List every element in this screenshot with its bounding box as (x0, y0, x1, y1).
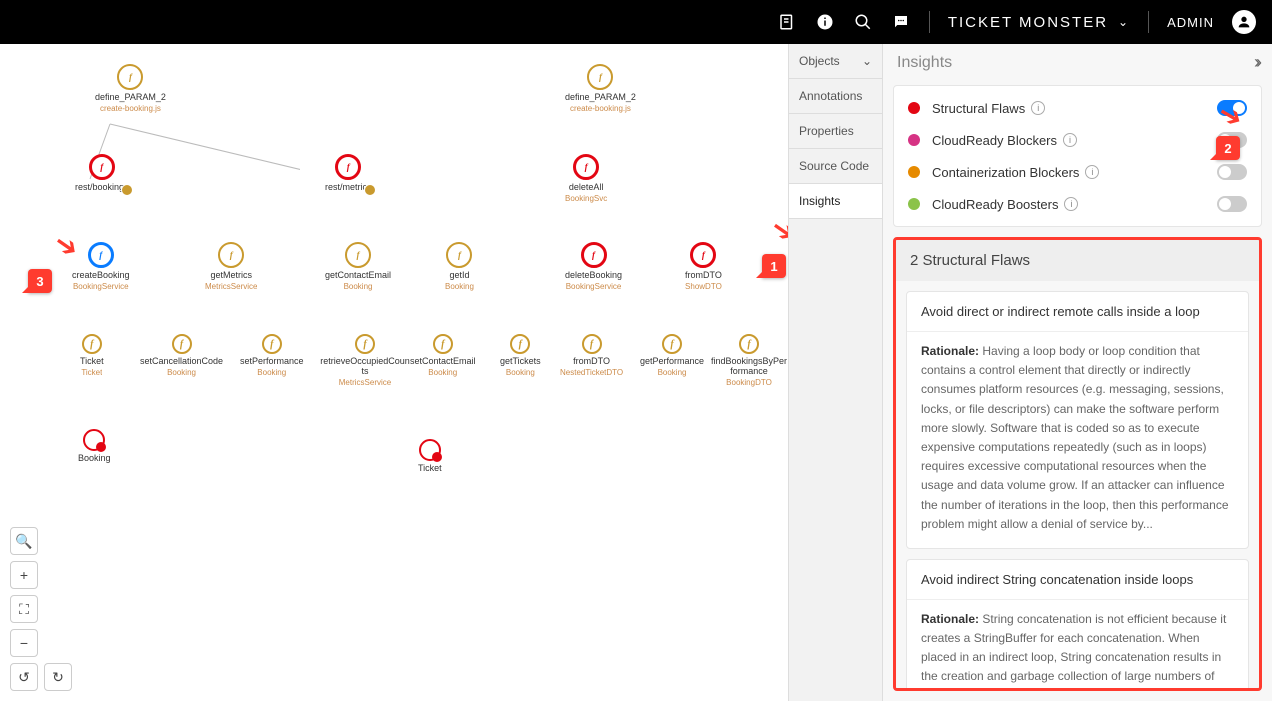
flaw-title: Avoid direct or indirect remote calls in… (907, 292, 1248, 332)
graph-canvas[interactable]: fdefine_PARAM_2create-booking.js fdefine… (0, 44, 788, 701)
tab-objects[interactable]: Objects ⌄ (789, 44, 882, 79)
undo-button[interactable]: ↺ (10, 663, 38, 691)
filter-structural-flaws[interactable]: Structural Flaws i (894, 92, 1261, 124)
graph-node[interactable]: fsetPerformanceBooking (240, 334, 304, 377)
graph-entity-node[interactable]: Ticket (418, 439, 442, 473)
chat-icon[interactable] (891, 12, 911, 32)
graph-node[interactable]: fretrieveOccupiedCountsMetricsService (320, 334, 410, 387)
collapse-panel-icon[interactable]: ›› (1254, 52, 1258, 73)
user-avatar[interactable] (1232, 10, 1256, 34)
graph-node[interactable]: fgetPerformanceBooking (640, 334, 704, 377)
graph-node[interactable]: fdeleteAllBookingSvc (565, 154, 607, 203)
search-icon[interactable] (853, 12, 873, 32)
graph-node[interactable]: fgetMetricsMetricsService (205, 242, 257, 291)
info-icon[interactable]: i (1031, 101, 1045, 115)
tab-source-code[interactable]: Source Code (789, 149, 882, 184)
filter-toggle[interactable] (1217, 196, 1247, 212)
separator (929, 11, 930, 33)
fullscreen-button[interactable]: ⛶ (10, 595, 38, 623)
graph-node[interactable]: frest/bookings (75, 154, 129, 192)
filter-toggle[interactable] (1217, 164, 1247, 180)
filter-containerization-blockers[interactable]: Containerization Blockers i (894, 156, 1261, 188)
chevron-down-icon: ⌄ (1118, 15, 1130, 29)
graph-node[interactable]: ffromDTOShowDTO (685, 242, 722, 291)
notebook-icon[interactable] (777, 12, 797, 32)
graph-node-selected[interactable]: fcreateBookingBookingService (72, 242, 130, 291)
graph-node[interactable]: fsetCancellationCodeBooking (140, 334, 223, 377)
filter-dot-icon (908, 166, 920, 178)
graph-node[interactable]: fdefine_PARAM_2create-booking.js (95, 64, 166, 113)
annotation-callout-2: 2 (1216, 136, 1240, 160)
graph-node[interactable]: fTicketTicket (80, 334, 104, 377)
flaw-rationale: Rationale: Having a loop body or loop co… (907, 332, 1248, 548)
graph-node[interactable]: ffromDTONestedTicketDTO (560, 334, 623, 377)
search-tool[interactable]: 🔍 (10, 527, 38, 555)
graph-node[interactable]: fgetTicketsBooking (500, 334, 541, 377)
filter-dot-icon (908, 134, 920, 146)
info-icon[interactable]: i (1064, 197, 1078, 211)
top-header: TICKET MONSTER ⌄ ADMIN (0, 0, 1272, 44)
annotation-arrow: ➔ (765, 210, 788, 250)
flaw-count-header: 2 Structural Flaws (896, 240, 1259, 281)
tab-insights[interactable]: Insights (789, 184, 882, 219)
graph-entity-node[interactable]: Booking (78, 429, 111, 463)
graph-node[interactable]: fdefine_PARAM_2create-booking.js (565, 64, 636, 113)
graph-node[interactable]: fsetContactEmailBooking (410, 334, 476, 377)
insights-panel: Insights ›› Structural Flaws i CloudRead… (882, 44, 1272, 701)
graph-node[interactable]: frest/metrics (325, 154, 372, 192)
flaw-list: 2 Structural Flaws Avoid direct or indir… (893, 237, 1262, 691)
filter-dot-icon (908, 198, 920, 210)
info-icon[interactable] (815, 12, 835, 32)
flaw-rationale: Rationale: String concatenation is not e… (907, 600, 1248, 691)
graph-node[interactable]: fgetContactEmailBooking (325, 242, 391, 291)
flaw-item[interactable]: Avoid direct or indirect remote calls in… (906, 291, 1249, 549)
annotation-callout-1: 1 (762, 254, 786, 278)
zoom-in-button[interactable]: + (10, 561, 38, 589)
chevron-down-icon: ⌄ (862, 54, 872, 68)
filter-cloudready-blockers[interactable]: CloudReady Blockers i (894, 124, 1261, 156)
graph-node[interactable]: ffindBookingsByPerformanceBookingDTO (710, 334, 788, 387)
graph-node[interactable]: fgetIdBooking (445, 242, 474, 291)
user-role-label: ADMIN (1167, 15, 1214, 30)
zoom-out-button[interactable]: − (10, 629, 38, 657)
insight-filters: Structural Flaws i CloudReady Blockers i… (893, 85, 1262, 227)
tab-properties[interactable]: Properties (789, 114, 882, 149)
tab-annotations[interactable]: Annotations (789, 79, 882, 114)
flaw-item[interactable]: Avoid indirect String concatenation insi… (906, 559, 1249, 691)
insights-panel-header: Insights ›› (883, 44, 1272, 81)
info-icon[interactable]: i (1063, 133, 1077, 147)
graph-tools: 🔍 + ⛶ − ↺ ↻ (10, 527, 72, 691)
redo-button[interactable]: ↻ (44, 663, 72, 691)
filter-cloudready-boosters[interactable]: CloudReady Boosters i (894, 188, 1261, 220)
graph-node[interactable]: fdeleteBookingBookingService (565, 242, 622, 291)
side-tabs: Objects ⌄ Annotations Properties Source … (788, 44, 882, 701)
flaw-title: Avoid indirect String concatenation insi… (907, 560, 1248, 600)
separator (1148, 11, 1149, 33)
filter-dot-icon (908, 102, 920, 114)
app-title-text: TICKET MONSTER (948, 14, 1108, 31)
app-selector[interactable]: TICKET MONSTER ⌄ (948, 14, 1130, 31)
insights-title: Insights (897, 54, 952, 72)
annotation-callout-3: 3 (28, 269, 52, 293)
info-icon[interactable]: i (1085, 165, 1099, 179)
